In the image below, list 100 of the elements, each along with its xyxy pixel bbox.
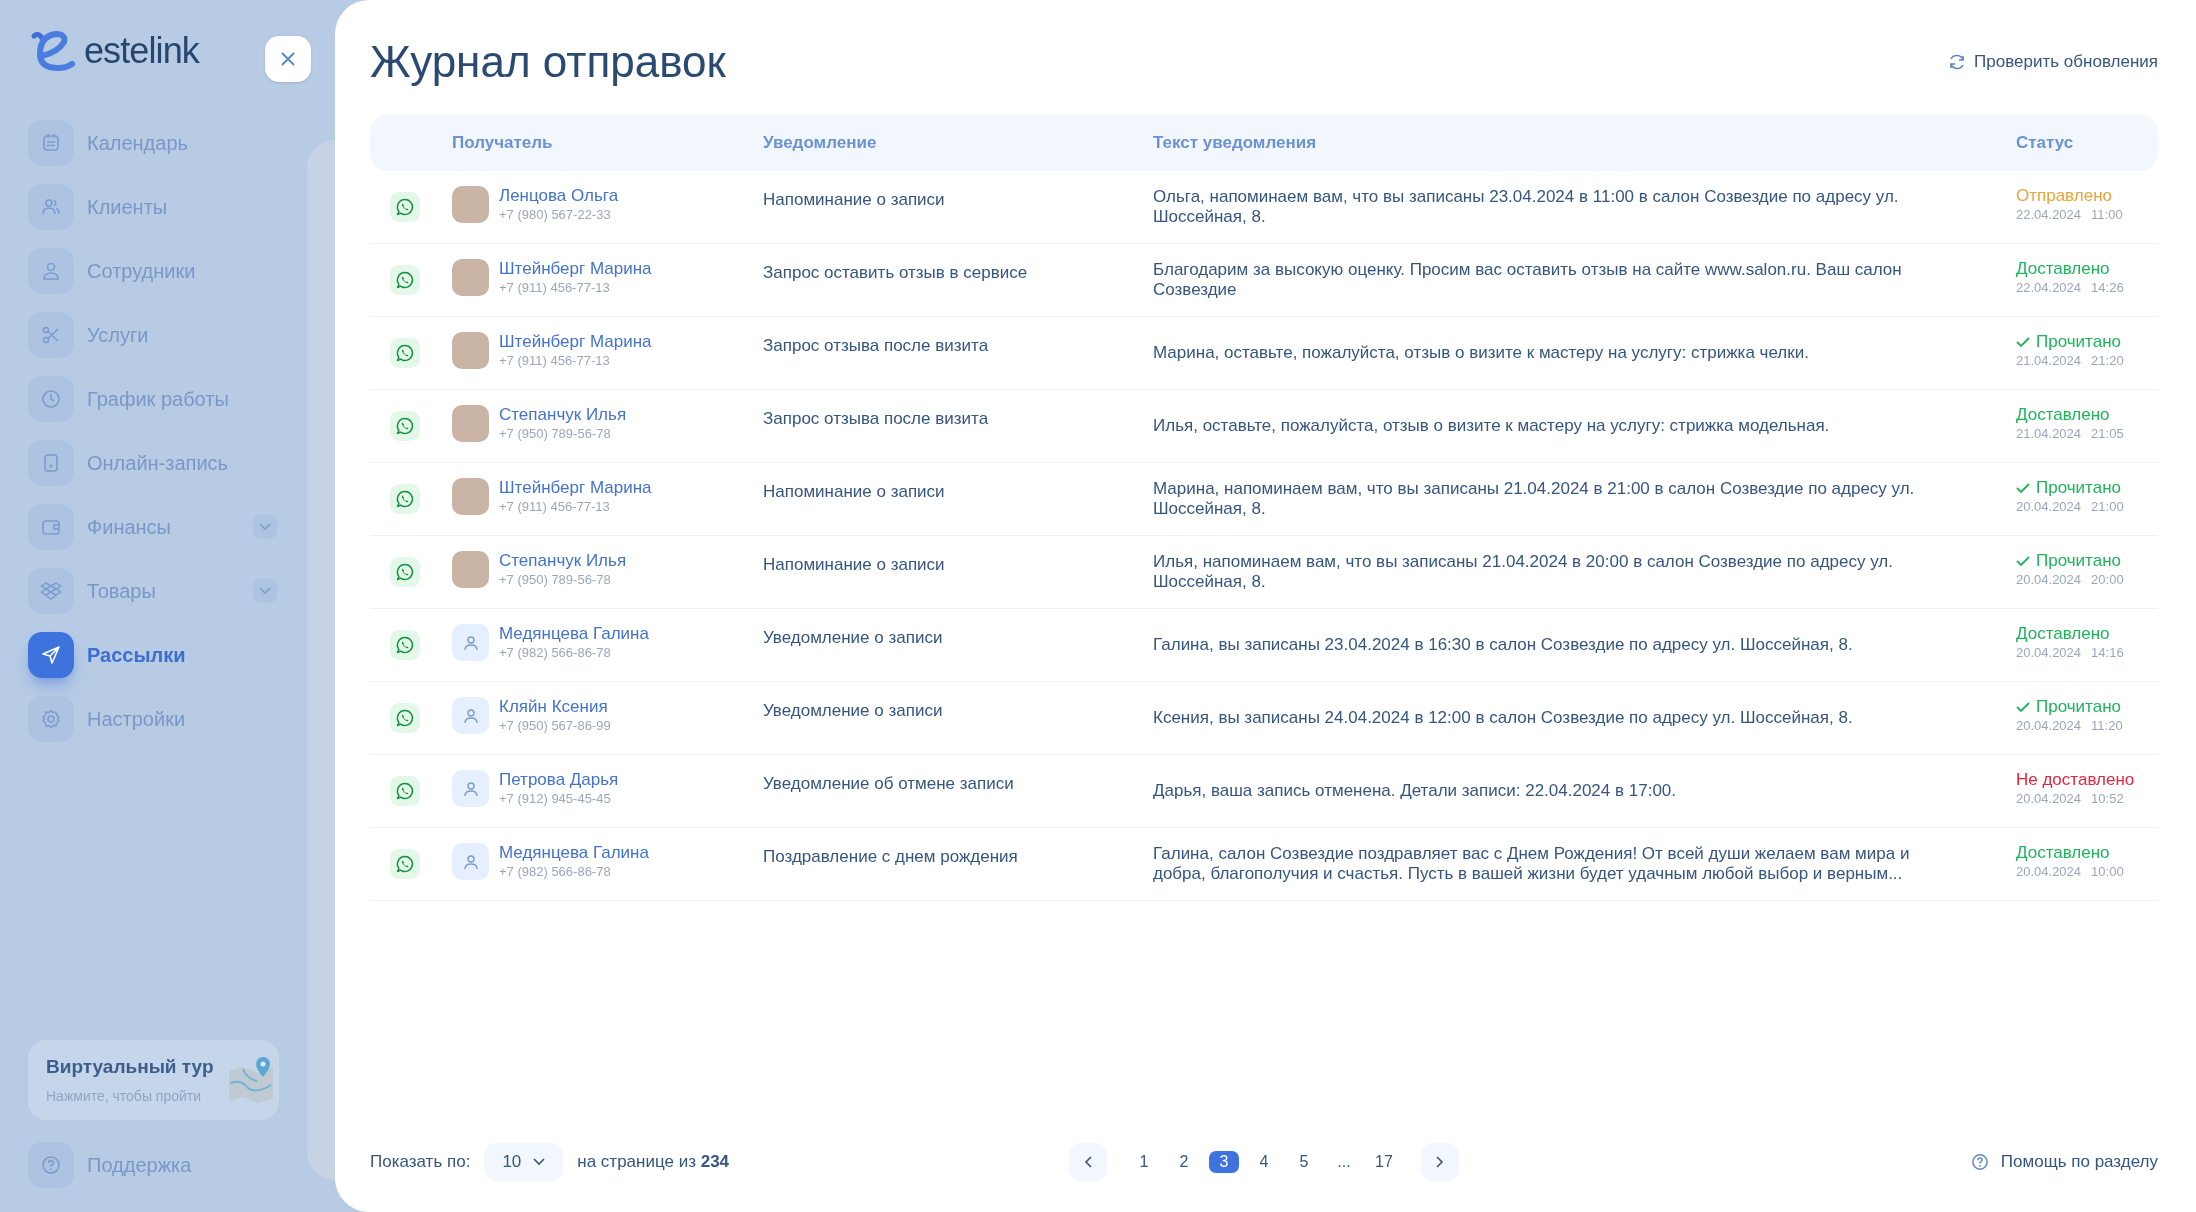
- page-title: Журнал отправок: [370, 40, 726, 84]
- recipient-phone: +7 (911) 456-77-13: [499, 498, 611, 515]
- check-icon: [2016, 336, 2030, 348]
- nav-icon-tile[interactable]: [28, 376, 74, 422]
- chevron-down-icon: [259, 523, 271, 531]
- recipient-name[interactable]: Медянцева Галина: [499, 624, 649, 644]
- avatar-photo-placeholder: [452, 186, 489, 223]
- notification-type: Уведомление об отмене записи: [763, 774, 1014, 793]
- status-date: 20.04.2024: [2016, 717, 2082, 734]
- avatar-placeholder-icon: [452, 770, 489, 807]
- status-date: 21.04.2024: [2016, 352, 2082, 369]
- next-page-button[interactable]: [1421, 1143, 1459, 1181]
- recipient-name[interactable]: Штейнберг Марина: [499, 332, 652, 352]
- status-label: Доставлено: [2016, 843, 2111, 863]
- status-date: 22.04.2024: [2016, 279, 2082, 296]
- recipient-phone: +7 (982) 566-86-78: [499, 644, 612, 661]
- avatar-placeholder-icon: [452, 843, 489, 880]
- help-link[interactable]: Помощь по разделу: [1970, 1149, 2158, 1175]
- chat-channel-icon: [390, 338, 420, 368]
- column-header: Уведомление: [763, 132, 877, 155]
- notification-text: Илья, оставьте, пожалуйста, отзыв о визите к мастеру на услугу: стрижка модельная.: [1153, 416, 1830, 436]
- calendar-icon: [40, 132, 62, 154]
- nav-item[interactable]: Рассылки: [87, 640, 186, 670]
- chevron-down-icon: [533, 1158, 546, 1166]
- status-time: 10:00: [2091, 863, 2124, 880]
- page-size-label: Показать по:: [370, 1151, 471, 1174]
- status-time: 20:00: [2091, 571, 2124, 588]
- notification-text: Ксения, вы записаны 24.04.2024 в 12:00 в салон Созвездие по адресу ул. Шоссейная, 8.: [1153, 708, 1853, 728]
- recipient-name[interactable]: Штейнберг Марина: [499, 259, 652, 279]
- help-icon-tile[interactable]: [28, 1142, 74, 1188]
- recipient-phone: +7 (982) 566-86-78: [499, 863, 612, 880]
- column-header: Получатель: [452, 132, 553, 155]
- recipient-name[interactable]: Медянцева Галина: [499, 843, 649, 863]
- notification-type: Запрос отзыва после визита: [763, 336, 989, 355]
- page-button[interactable]: 4: [1249, 1151, 1279, 1173]
- chat-channel-icon: [390, 776, 420, 806]
- nav-icon-tile[interactable]: [28, 632, 74, 678]
- recipient-phone: +7 (911) 456-77-13: [499, 279, 611, 296]
- avatar-photo-placeholder: [452, 551, 489, 588]
- avatar-placeholder-icon: [452, 697, 489, 734]
- refresh-icon: [1948, 53, 1967, 71]
- nav-icon-tile[interactable]: [28, 504, 74, 550]
- question-icon: [1970, 1153, 1989, 1171]
- notification-text: Илья, напоминаем вам, что вы записаны 21.04.2024 в 20:00 в салон Созвездие по адресу ул. Шоссейная, 8.: [1153, 552, 1894, 592]
- status-date: 20.04.2024: [2016, 571, 2082, 588]
- status-label: Прочитано: [2016, 478, 2158, 498]
- previous-page-button[interactable]: [1069, 1143, 1107, 1181]
- recipient-phone: +7 (980) 567-22-33: [499, 206, 612, 223]
- page-button[interactable]: 3: [1209, 1151, 1239, 1173]
- close-button[interactable]: [265, 36, 311, 82]
- status-label: Не доставлено: [2016, 770, 2136, 790]
- nav-icon-tile[interactable]: [28, 696, 74, 742]
- recipient-name[interactable]: Кляйн Ксения: [499, 697, 611, 717]
- chat-channel-icon: [390, 484, 420, 514]
- chat-channel-icon: [390, 557, 420, 587]
- page-size-select[interactable]: 10: [484, 1143, 564, 1181]
- status-label: Доставлено: [2016, 405, 2111, 425]
- chat-channel-icon: [390, 192, 420, 222]
- nav-icon-tile[interactable]: [28, 312, 74, 358]
- nav-icon-tile[interactable]: [28, 440, 74, 486]
- notification-type: Напоминание о записи: [763, 190, 945, 209]
- recipient-phone: +7 (950) 789-56-78: [499, 425, 612, 442]
- expand-button[interactable]: [253, 579, 277, 603]
- recipient-name[interactable]: Степанчук Илья: [499, 551, 627, 571]
- expand-button[interactable]: [253, 515, 277, 539]
- chat-channel-icon: [390, 630, 420, 660]
- check-icon: [2016, 701, 2030, 713]
- recipient-name[interactable]: Ленцова Ольга: [499, 186, 619, 206]
- page-button[interactable]: ...: [1329, 1151, 1359, 1173]
- page-button[interactable]: 2: [1169, 1151, 1199, 1173]
- status-label: Прочитано: [2016, 697, 2158, 717]
- status-date: 20.04.2024: [2016, 863, 2082, 880]
- avatar-photo-placeholder: [452, 259, 489, 296]
- recipient-name[interactable]: Степанчук Илья: [499, 405, 627, 425]
- nav-icon-tile[interactable]: [28, 248, 74, 294]
- recipient-name[interactable]: Штейнберг Марина: [499, 478, 652, 498]
- notification-text: Марина, напоминаем вам, что вы записаны 21.04.2024 в 21:00 в салон Созвездие по адресу ул. Шоссейная, 8.: [1153, 479, 1916, 519]
- notification-type: Уведомление о записи: [763, 701, 943, 720]
- clock-icon: [40, 388, 62, 410]
- send-icon: [40, 644, 62, 666]
- settings-icon: [40, 708, 62, 730]
- chat-channel-icon: [390, 703, 420, 733]
- refresh-button[interactable]: Проверить обновления: [1948, 49, 2158, 75]
- status-time: 11:00: [2091, 206, 2123, 223]
- nav-icon-tile[interactable]: [28, 184, 74, 230]
- nav-icon-tile[interactable]: [28, 568, 74, 614]
- nav-icon-tile[interactable]: [28, 120, 74, 166]
- status-time: 10:52: [2091, 790, 2124, 807]
- chevron-down-icon: [259, 587, 271, 595]
- notification-type: Запрос отзыва после визита: [763, 409, 989, 428]
- page-button[interactable]: 1: [1129, 1151, 1159, 1173]
- recipient-phone: +7 (950) 567-86-99: [499, 717, 611, 734]
- page-button[interactable]: 5: [1289, 1151, 1319, 1173]
- page-button[interactable]: 17: [1369, 1151, 1399, 1173]
- recipient-name[interactable]: Петрова Дарья: [499, 770, 619, 790]
- check-icon: [2016, 482, 2030, 494]
- status-time: 21:00: [2091, 498, 2124, 515]
- recipient-phone: +7 (950) 789-56-78: [499, 571, 612, 588]
- notification-type: Напоминание о записи: [763, 482, 945, 501]
- status-label: Доставлено: [2016, 624, 2111, 644]
